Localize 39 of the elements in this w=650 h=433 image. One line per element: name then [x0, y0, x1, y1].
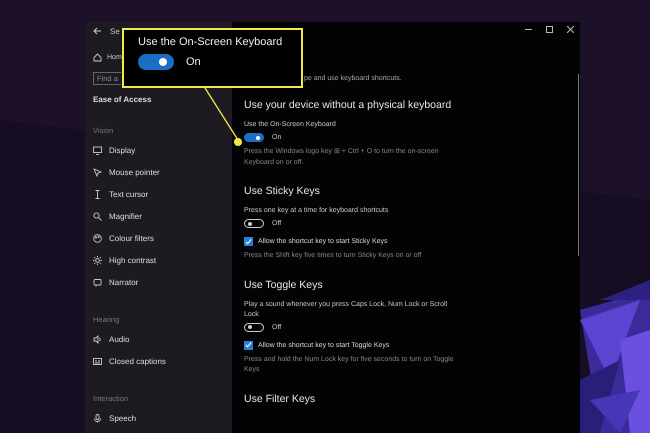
- mouse-icon: [93, 168, 102, 176]
- cursor-icon: [93, 190, 102, 198]
- maximize-icon[interactable]: [546, 26, 553, 33]
- captions-icon: [93, 356, 102, 366]
- sidebar-item[interactable]: High contrast: [93, 249, 156, 271]
- sidebar-item[interactable]: Magnifier: [93, 205, 142, 227]
- narrator-icon: [93, 278, 102, 286]
- back-arrow-icon[interactable]: [93, 27, 102, 35]
- sidebar-item[interactable]: Speech: [93, 407, 136, 429]
- sidebar-item[interactable]: Text cursor: [93, 183, 148, 205]
- section-heading: Use Toggle Keys: [244, 278, 324, 290]
- display-icon: [93, 146, 102, 154]
- sidebar-item[interactable]: Colour filters: [93, 227, 154, 249]
- palette-icon: [93, 234, 102, 242]
- section-heading: Use Filter Keys: [244, 392, 316, 404]
- close-icon[interactable]: [567, 26, 574, 33]
- section-heading: Use Sticky Keys: [244, 185, 321, 197]
- home-icon: [93, 52, 102, 62]
- magnifier-icon: [93, 212, 102, 220]
- section-heading: Use your device without a physical keyboard: [244, 99, 452, 111]
- toggle-switch[interactable]: [244, 219, 264, 228]
- sidebar-item[interactable]: Closed captions: [93, 350, 166, 372]
- window-title: Se: [110, 26, 120, 36]
- sun-icon: [93, 256, 102, 264]
- toggle-switch[interactable]: [244, 133, 264, 142]
- mic-icon: [93, 414, 102, 422]
- checkbox[interactable]: [244, 340, 253, 350]
- toggle-switch[interactable]: [244, 322, 264, 332]
- minimize-icon[interactable]: [525, 26, 532, 33]
- toggle-state: On: [186, 56, 201, 68]
- callout-label: Use the On-Screen Keyboard: [138, 36, 284, 48]
- sidebar-item[interactable]: Narrator: [93, 271, 138, 293]
- audio-icon: [93, 334, 102, 344]
- section-title: Ease of Access: [93, 95, 152, 104]
- checkbox[interactable]: [244, 237, 253, 246]
- scrollbar[interactable]: [578, 74, 579, 256]
- sidebar-item[interactable]: Audio: [93, 328, 130, 350]
- sidebar-item[interactable]: Mouse pointer: [93, 161, 160, 183]
- sidebar-item[interactable]: Display: [93, 139, 136, 161]
